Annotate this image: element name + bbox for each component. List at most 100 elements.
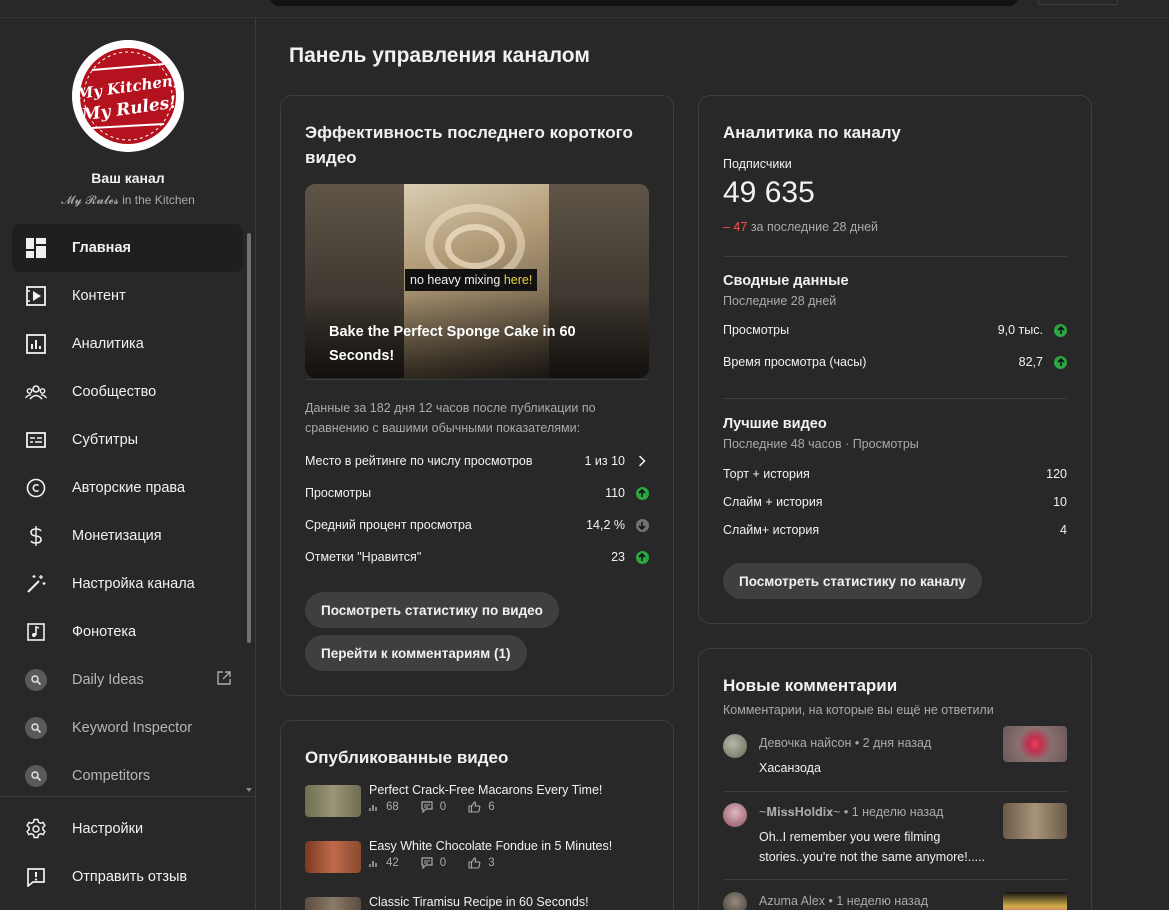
- external-link-icon: [217, 671, 231, 690]
- video-thumbnail[interactable]: [305, 841, 361, 873]
- video-stats: 42 0 3: [369, 857, 517, 869]
- comment-icon: [421, 801, 433, 813]
- row-label: Просмотры: [305, 486, 372, 500]
- avatar[interactable]: [723, 734, 747, 758]
- sidebar-item-subtitles[interactable]: Субтитры: [12, 416, 243, 464]
- sidebar-item-community[interactable]: Сообщество: [12, 368, 243, 416]
- comment-item[interactable]: Azuma Alex • 1 неделю назад: [723, 892, 1067, 910]
- comment-text: Хасанзода: [759, 761, 821, 775]
- video-thumbnail[interactable]: no heavy mixing here! Bake the Perfect S…: [305, 184, 649, 378]
- channel-stats-button[interactable]: Посмотреть статистику по каналу: [723, 563, 982, 599]
- sidebar-item-customization[interactable]: Настройка канала: [12, 560, 243, 608]
- row-value: 1 из 10: [584, 454, 625, 468]
- avatar[interactable]: [723, 803, 747, 827]
- top-create-button[interactable]: [1038, 0, 1118, 5]
- sidebar-item-label: Keyword Inspector: [72, 720, 193, 736]
- views-icon: [369, 861, 377, 867]
- channel-analytics-card: Аналитика по каналу Подписчики 49 635 – …: [698, 95, 1092, 624]
- sidebar-item-audio-library[interactable]: Фонотека: [12, 608, 243, 656]
- video-title[interactable]: Easy White Chocolate Fondue in 5 Minutes…: [369, 839, 612, 853]
- comment-author: ~𝐌𝐢𝐬𝐬𝐇𝐨𝐥𝐝𝐢𝐱~ • 1 неделю назад: [759, 805, 944, 819]
- sidebar-item-copyright[interactable]: Авторские права: [12, 464, 243, 512]
- arrow-up-icon: [635, 550, 649, 564]
- sidebar-item-keyword-inspector[interactable]: Keyword Inspector: [12, 704, 243, 752]
- sidebar-item-label: Фонотека: [72, 624, 137, 640]
- sidebar-item-settings[interactable]: Настройки: [12, 805, 243, 853]
- performance-description: Данные за 182 дня 12 часов после публика…: [305, 401, 596, 435]
- top-video-row[interactable]: Торт + история 120: [723, 467, 1067, 481]
- feedback-icon: [24, 865, 48, 889]
- row-label: Торт + история: [723, 467, 810, 481]
- channel-avatar[interactable]: My Kitchen, My Rules!: [72, 40, 184, 152]
- sidebar-item-daily-ideas[interactable]: Daily Ideas: [12, 656, 243, 704]
- search-input[interactable]: [270, 0, 1018, 6]
- top-video-row[interactable]: Слайм+ история 4: [723, 523, 1067, 537]
- thumbnail-caption: no heavy mixing here!: [405, 269, 538, 291]
- sidebar-item-feedback[interactable]: Отправить отзыв: [12, 853, 243, 901]
- top-bar: [0, 0, 1169, 18]
- video-thumbnail[interactable]: [305, 897, 361, 910]
- published-video-item[interactable]: Easy White Chocolate Fondue in 5 Minutes…: [305, 835, 649, 875]
- magic-wand-icon: [24, 572, 48, 596]
- summary-views-row: Просмотры 9,0 тыс.: [723, 323, 1067, 337]
- rank-row[interactable]: Место в рейтинге по числу просмотров 1 и…: [305, 451, 649, 471]
- sidebar-item-dashboard[interactable]: Главная: [12, 224, 243, 272]
- video-title[interactable]: Perfect Crack-Free Macarons Every Time!: [369, 783, 602, 797]
- arrow-up-icon: [1054, 356, 1067, 369]
- scroll-down-arrow-icon[interactable]: [246, 788, 252, 792]
- sidebar-item-analytics[interactable]: Аналитика: [12, 320, 243, 368]
- sidebar-divider: [0, 796, 256, 797]
- top-video-row[interactable]: Слайм + история 10: [723, 495, 1067, 509]
- video-thumbnail[interactable]: [1003, 726, 1067, 762]
- comments-stat: 0: [421, 801, 446, 813]
- comment-item[interactable]: Девочка найсон • 2 дня назад Хасанзода: [723, 726, 1067, 788]
- extension-icon: [24, 668, 48, 692]
- channel-title: Ваш канал: [91, 170, 165, 186]
- arrow-up-icon: [1054, 324, 1067, 337]
- sidebar-item-label: Competitors: [72, 768, 151, 784]
- avatar[interactable]: [723, 892, 747, 910]
- channel-handle: 𝓜𝔂 𝓡𝓾𝓵𝓮𝓼 in the Kitchen: [61, 193, 195, 207]
- likes-row: Отметки "Нравится" 23: [305, 547, 649, 567]
- row-value: 4: [1060, 523, 1067, 537]
- views-stat: 68: [369, 801, 399, 813]
- sidebar-item-label: Отправить отзыв: [72, 869, 188, 885]
- arrow-down-icon: [635, 518, 649, 532]
- page-title: Панель управления каналом: [289, 44, 590, 67]
- published-video-item[interactable]: Perfect Crack-Free Macarons Every Time! …: [305, 779, 649, 819]
- sidebar-item-label: Главная: [72, 240, 131, 256]
- subscribers-value: 49 635: [723, 176, 815, 209]
- chevron-right-icon[interactable]: [635, 454, 649, 468]
- go-to-comments-button[interactable]: Перейти к комментариям (1): [305, 635, 527, 671]
- video-title[interactable]: Classic Tiramisu Recipe in 60 Seconds!: [369, 895, 589, 909]
- published-videos-card: Опубликованные видео Perfect Crack-Free …: [280, 720, 674, 910]
- dashboard-icon: [24, 236, 48, 260]
- sidebar-item-competitors[interactable]: Competitors: [12, 752, 243, 800]
- divider: [723, 256, 1067, 257]
- comments-stat: 0: [421, 857, 446, 869]
- sidebar-item-monetization[interactable]: Монетизация: [12, 512, 243, 560]
- row-label: Слайм+ история: [723, 523, 820, 537]
- row-label: Просмотры: [723, 323, 790, 337]
- video-thumbnail[interactable]: [1003, 803, 1067, 839]
- sidebar-item-label: Настройки: [72, 821, 144, 837]
- row-value: 110: [605, 486, 625, 500]
- video-thumbnail[interactable]: [1003, 892, 1067, 910]
- channel-analytics-title: Аналитика по каналу: [723, 123, 901, 142]
- comment-item[interactable]: ~𝐌𝐢𝐬𝐬𝐇𝐨𝐥𝐝𝐢𝐱~ • 1 неделю назад Oh..I reme…: [723, 803, 1067, 883]
- video-thumbnail[interactable]: [305, 785, 361, 817]
- published-video-item[interactable]: Classic Tiramisu Recipe in 60 Seconds!: [305, 891, 649, 910]
- copyright-icon: [24, 476, 48, 500]
- sidebar-scrollbar[interactable]: [247, 233, 251, 643]
- video-stats: 68 0 6: [369, 801, 517, 813]
- divider: [723, 879, 1067, 880]
- subscribers-label: Подписчики: [723, 157, 792, 171]
- new-comments-subtitle: Комментарии, на которые вы ещё не ответи…: [723, 703, 994, 717]
- row-value: 14,2 %: [586, 518, 625, 532]
- sidebar-item-content[interactable]: Контент: [12, 272, 243, 320]
- sidebar-item-label: Аналитика: [72, 336, 144, 352]
- subscribers-delta: – 47 за последние 28 дней: [723, 220, 878, 234]
- video-stats-button[interactable]: Посмотреть статистику по видео: [305, 592, 559, 628]
- views-stat: 42: [369, 857, 399, 869]
- row-label: Место в рейтинге по числу просмотров: [305, 454, 533, 468]
